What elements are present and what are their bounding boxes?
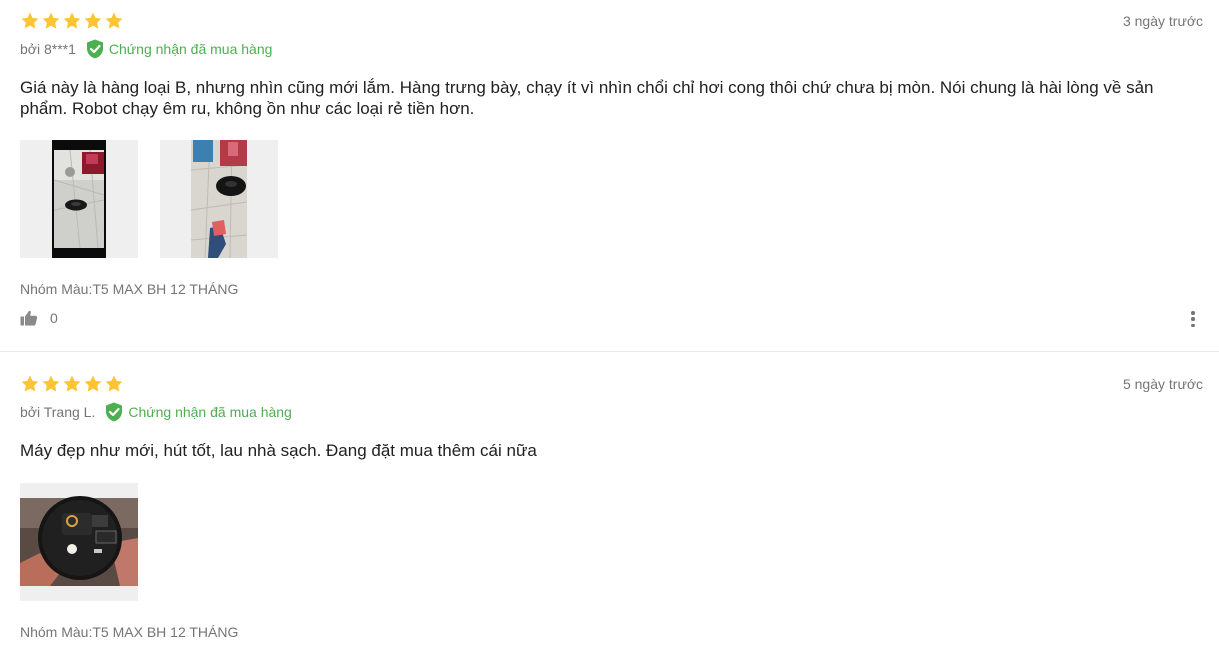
star-icon (20, 11, 40, 31)
review-meta: bởi 8***1 Chứng nhận đã mua hàng (20, 39, 272, 59)
thumbs-up-icon (20, 310, 38, 326)
variant-label: Nhóm Màu:T5 MAX BH 12 THÁNG (20, 624, 239, 640)
star-icon (41, 374, 61, 394)
star-icon (62, 11, 82, 31)
review-photo (20, 140, 138, 258)
review-photo-thumbnail[interactable] (160, 140, 278, 258)
more-vertical-icon (1191, 317, 1195, 321)
review-photo-thumbnail[interactable] (20, 483, 138, 601)
like-button[interactable]: 0 (20, 310, 58, 326)
more-vertical-icon (1191, 311, 1195, 315)
star-icon (62, 374, 82, 394)
verified-label: Chứng nhận đã mua hàng (108, 41, 273, 57)
review-author: bởi Trang L. (20, 404, 96, 420)
review-author: bởi 8***1 (20, 41, 76, 57)
like-count: 0 (50, 310, 58, 326)
more-options-button[interactable] (1188, 310, 1198, 328)
star-icon (20, 374, 40, 394)
review-item (0, 353, 1219, 645)
review-content: Máy đẹp như mới, hút tốt, lau nhà sạch. … (20, 441, 537, 460)
rating-stars (20, 11, 124, 31)
review-photo (20, 483, 138, 601)
more-vertical-icon (1191, 323, 1195, 327)
shield-check-icon (86, 39, 103, 59)
star-icon (41, 11, 61, 31)
review-content: Giá này là hàng loại B, nhưng nhìn cũng … (20, 78, 1154, 118)
verified-badge: Chứng nhận đã mua hàng (86, 39, 273, 59)
review-meta: bởi Trang L. Chứng nhận đã mua hàng (20, 402, 292, 422)
star-icon (104, 11, 124, 31)
star-icon (83, 11, 103, 31)
review-photo (160, 140, 278, 258)
review-time: 5 ngày trước (1122, 376, 1203, 392)
verified-badge: Chứng nhận đã mua hàng (105, 402, 292, 422)
star-icon (104, 374, 124, 394)
rating-stars (20, 374, 124, 394)
review-photo-thumbnail[interactable] (20, 140, 138, 258)
variant-label: Nhóm Màu:T5 MAX BH 12 THÁNG (20, 281, 239, 297)
shield-check-icon (106, 402, 123, 422)
star-icon (83, 374, 103, 394)
review-time: 3 ngày trước (1122, 13, 1203, 29)
verified-label: Chứng nhận đã mua hàng (128, 404, 292, 420)
